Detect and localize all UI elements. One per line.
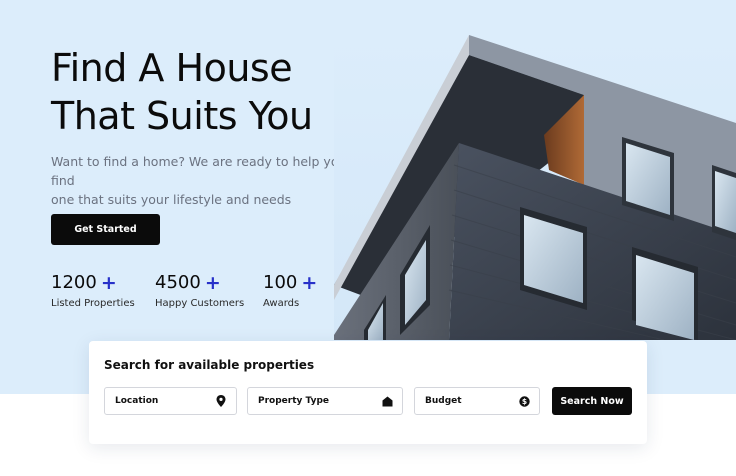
- map-pin-icon: [215, 395, 227, 407]
- plus-icon: +: [100, 272, 117, 294]
- building-photo: [334, 35, 736, 340]
- dollar-coin-icon: $: [518, 395, 530, 407]
- property-type-field-label: Property Type: [258, 396, 329, 406]
- stat-label: Awards: [263, 298, 300, 309]
- location-field[interactable]: Location: [104, 387, 237, 415]
- stat-value: 4500: [155, 272, 201, 293]
- stat-number: 4500 +: [155, 272, 244, 294]
- building-illustration: [334, 35, 736, 340]
- stat-listed-properties: 1200 + Listed Properties: [51, 272, 135, 309]
- stat-value: 1200: [51, 272, 97, 293]
- location-field-label: Location: [115, 396, 159, 406]
- svg-text:$: $: [521, 397, 526, 406]
- stat-happy-customers: 4500 + Happy Customers: [155, 272, 244, 309]
- plus-icon: +: [301, 272, 318, 294]
- hero-subtitle-line-2: one that suits your lifestyle and needs: [51, 192, 292, 207]
- hero-title-line-2: That Suits You: [51, 94, 313, 138]
- stat-number: 1200 +: [51, 272, 135, 294]
- hero-subtitle: Want to find a home? We are ready to hel…: [51, 152, 351, 209]
- stat-label: Happy Customers: [155, 298, 245, 309]
- stat-awards: 100 + Awards: [263, 272, 317, 309]
- stat-number: 100 +: [263, 272, 317, 294]
- hero-title-line-1: Find A House: [51, 46, 293, 90]
- property-type-field[interactable]: Property Type: [247, 387, 403, 415]
- stat-value: 100: [263, 272, 298, 293]
- property-search-card: Search for available properties Location…: [89, 341, 647, 444]
- stat-label: Listed Properties: [51, 298, 135, 309]
- search-title: Search for available properties: [104, 358, 315, 372]
- budget-field[interactable]: Budget $: [414, 387, 540, 415]
- plus-icon: +: [204, 272, 221, 294]
- hero-title: Find A House That Suits You: [51, 44, 351, 140]
- get-started-button[interactable]: Get Started: [51, 214, 160, 245]
- hero-subtitle-line-1: Want to find a home? We are ready to hel…: [51, 154, 347, 188]
- search-now-button[interactable]: Search Now: [552, 387, 632, 415]
- budget-field-label: Budget: [425, 396, 462, 406]
- house-icon: [381, 395, 393, 407]
